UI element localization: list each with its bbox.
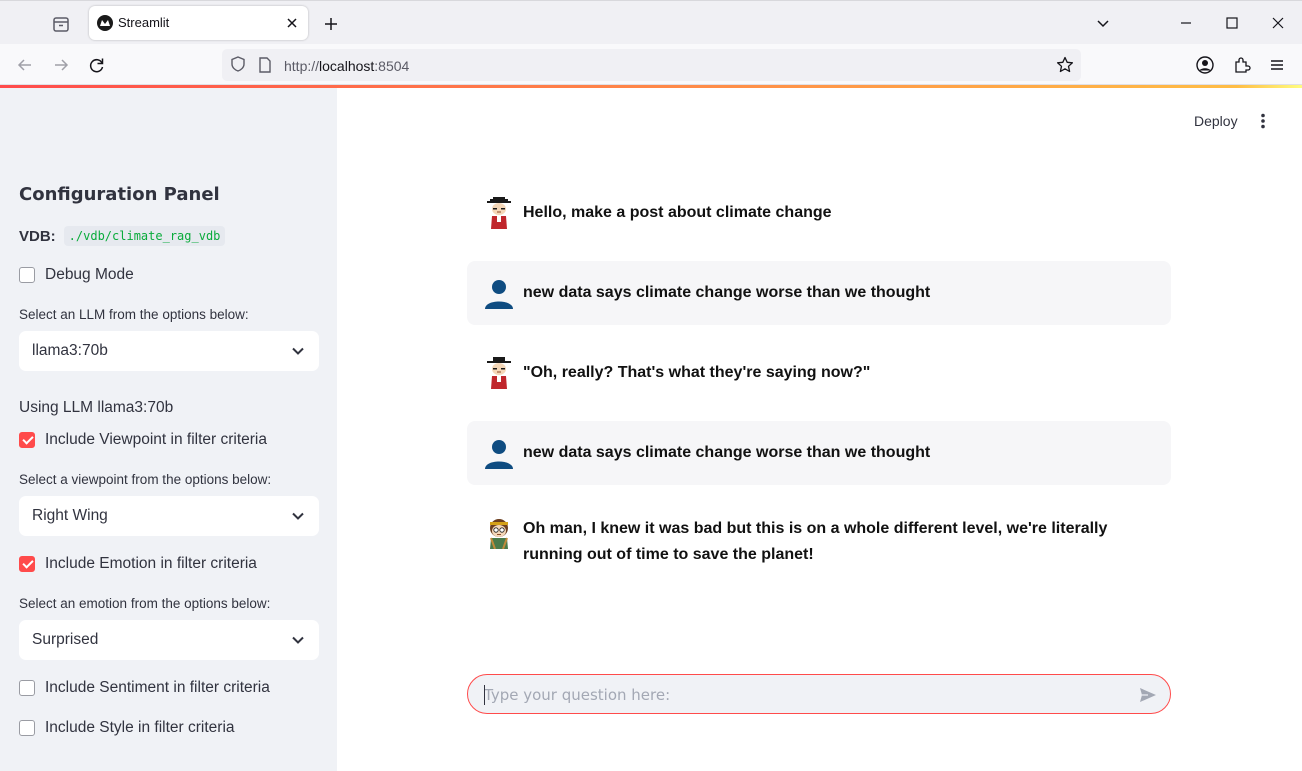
debug-mode-checkbox[interactable]: Debug Mode xyxy=(19,266,134,284)
shield-icon[interactable] xyxy=(229,55,247,73)
viewpoint-select-value: Right Wing xyxy=(32,507,108,524)
viewpoint-filter-checkbox[interactable]: Include Viewpoint in filter criteria xyxy=(19,431,267,449)
message-text-line: Oh man, I knew it was bad but this is on… xyxy=(523,520,1108,537)
deploy-button[interactable]: Deploy xyxy=(1194,113,1238,129)
list-all-tabs-icon[interactable] xyxy=(1093,13,1113,33)
chat-message-user: new data says climate change worse than … xyxy=(467,421,1171,485)
chat-message-assistant: Oh man, I knew it was bad but this is on… xyxy=(467,501,1171,591)
browser-tab[interactable]: Streamlit xyxy=(89,6,308,40)
checkbox-box[interactable] xyxy=(19,267,35,283)
url-prefix: http:// xyxy=(284,58,320,74)
llm-select[interactable]: llama3:70b xyxy=(19,331,319,371)
reload-icon[interactable] xyxy=(86,54,108,76)
sidebar: Configuration Panel VDB: ./vdb/climate_r… xyxy=(0,88,337,771)
tab-list-icon[interactable] xyxy=(50,13,72,35)
emotion-select[interactable]: Surprised xyxy=(19,620,319,660)
url-text: http://localhost:8504 xyxy=(284,58,409,74)
emotion-filter-label: Include Emotion in filter criteria xyxy=(45,555,257,572)
style-filter-label: Include Style in filter criteria xyxy=(45,719,235,736)
cartoon-hat-character-icon xyxy=(483,357,515,389)
chevron-down-icon xyxy=(291,344,305,358)
page-info-icon[interactable] xyxy=(257,56,273,74)
user-silhouette-icon xyxy=(483,437,515,469)
cartoon-headband-character-icon xyxy=(483,517,515,550)
user-silhouette-icon xyxy=(483,277,515,309)
forward-arrow-icon[interactable] xyxy=(50,54,72,76)
viewpoint-select[interactable]: Right Wing xyxy=(19,496,319,536)
back-arrow-icon[interactable] xyxy=(14,54,36,76)
url-port: :8504 xyxy=(374,58,410,74)
url-host: localhost xyxy=(319,58,375,74)
viewpoint-select-label: Select a viewpoint from the options belo… xyxy=(19,472,272,487)
message-text: "Oh, really? That's what they're saying … xyxy=(523,364,871,381)
chat-message-assistant: "Oh, really? That's what they're saying … xyxy=(467,341,1171,405)
sentiment-filter-checkbox[interactable]: Include Sentiment in filter criteria xyxy=(19,679,270,697)
llm-select-label: Select an LLM from the options below: xyxy=(19,307,249,322)
text-caret xyxy=(484,685,485,705)
emotion-select-label: Select an emotion from the options below… xyxy=(19,596,271,611)
maximize-icon[interactable] xyxy=(1220,11,1244,35)
account-icon[interactable] xyxy=(1194,54,1216,76)
vdb-label: VDB: xyxy=(19,227,56,245)
message-text: Oh man, I knew it was bad but this is on… xyxy=(523,516,1107,568)
chat-message-user: new data says climate change worse than … xyxy=(467,261,1171,325)
sentiment-filter-label: Include Sentiment in filter criteria xyxy=(45,679,270,696)
extensions-icon[interactable] xyxy=(1231,54,1253,76)
checkbox-box-checked[interactable] xyxy=(19,556,35,572)
new-tab-icon[interactable] xyxy=(320,13,342,35)
minimize-icon[interactable] xyxy=(1174,11,1198,35)
browser-nav-bar: http://localhost:8504 xyxy=(0,44,1302,85)
style-filter-checkbox[interactable]: Include Style in filter criteria xyxy=(19,719,235,737)
chat-input-container xyxy=(467,674,1171,714)
browser-tab-bar: Streamlit xyxy=(0,0,1302,44)
streamlit-favicon-icon xyxy=(97,15,113,31)
vdb-path-code: ./vdb/climate_rag_vdb xyxy=(63,226,226,246)
sidebar-title: Configuration Panel xyxy=(19,184,220,205)
cartoon-hat-character-icon xyxy=(483,197,515,229)
chevron-down-icon xyxy=(291,509,305,523)
url-bar[interactable]: http://localhost:8504 xyxy=(222,49,1081,81)
viewpoint-filter-label: Include Viewpoint in filter criteria xyxy=(45,431,267,448)
checkbox-box-checked[interactable] xyxy=(19,432,35,448)
checkbox-box[interactable] xyxy=(19,720,35,736)
llm-select-value: llama3:70b xyxy=(32,342,108,359)
main-menu-icon[interactable] xyxy=(1254,112,1272,130)
checkbox-box[interactable] xyxy=(19,680,35,696)
close-window-icon[interactable] xyxy=(1266,11,1290,35)
menu-icon[interactable] xyxy=(1266,54,1288,76)
chat-input[interactable] xyxy=(484,683,1124,707)
vdb-row: VDB: ./vdb/climate_rag_vdb xyxy=(19,226,226,246)
debug-mode-label: Debug Mode xyxy=(45,266,134,283)
tab-title: Streamlit xyxy=(118,15,170,30)
using-llm-text: Using LLM llama3:70b xyxy=(19,399,174,416)
message-text-line: running out of time to save the planet! xyxy=(523,546,814,563)
send-icon[interactable] xyxy=(1138,685,1158,705)
chevron-down-icon xyxy=(291,633,305,647)
message-text: new data says climate change worse than … xyxy=(523,444,931,461)
close-tab-icon[interactable] xyxy=(282,13,302,33)
emotion-select-value: Surprised xyxy=(32,631,99,648)
bookmark-star-icon[interactable] xyxy=(1055,55,1075,75)
emotion-filter-checkbox[interactable]: Include Emotion in filter criteria xyxy=(19,555,257,573)
message-text: Hello, make a post about climate change xyxy=(523,204,832,221)
message-text: new data says climate change worse than … xyxy=(523,284,931,301)
chat-message-assistant: Hello, make a post about climate change xyxy=(467,181,1171,245)
